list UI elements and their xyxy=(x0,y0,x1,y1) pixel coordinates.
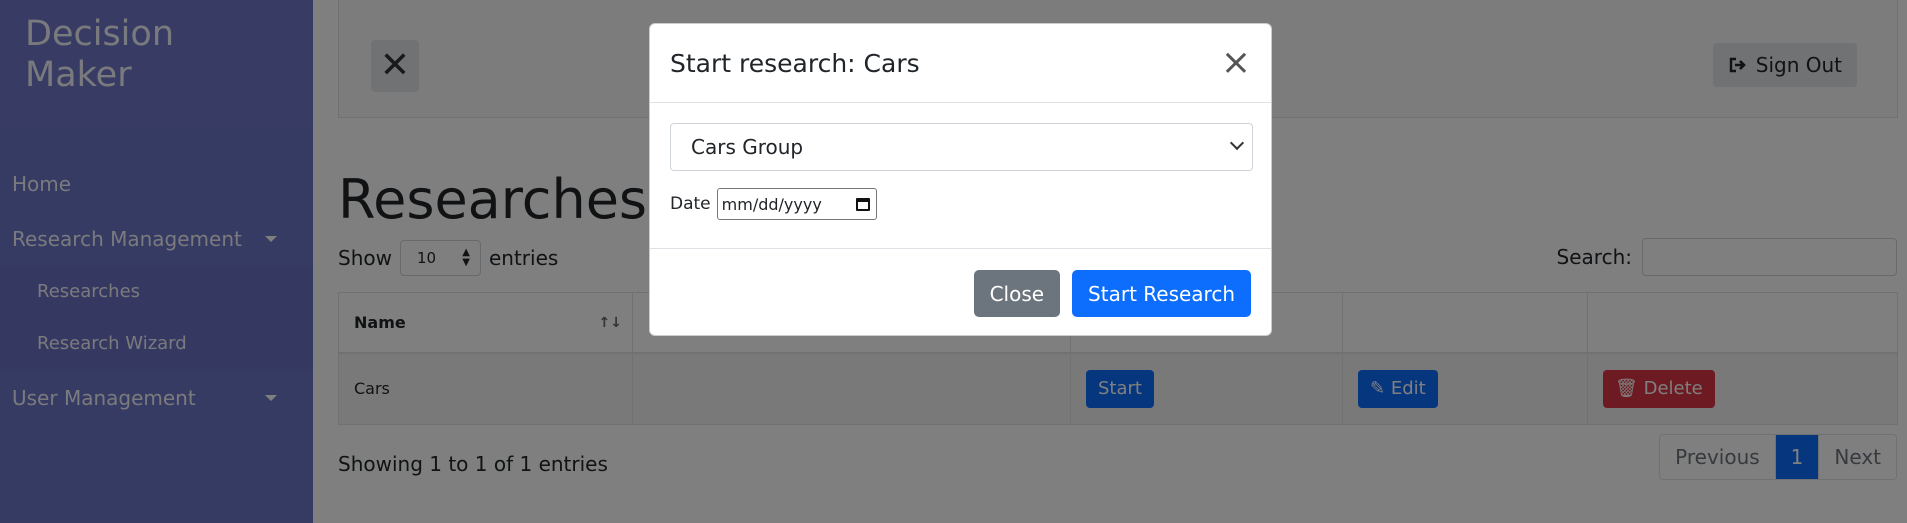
modal-header: Start research: Cars × xyxy=(650,24,1271,103)
close-button[interactable]: Close xyxy=(973,270,1061,317)
date-row: Date mm/dd/yyyy xyxy=(670,188,1251,220)
modal-body: Cars Group Date mm/dd/yyyy xyxy=(650,103,1271,249)
calendar-icon[interactable] xyxy=(855,198,870,211)
close-icon[interactable]: × xyxy=(1221,45,1251,81)
modal-title: Start research: Cars xyxy=(670,48,920,78)
group-select[interactable]: Cars Group xyxy=(670,123,1253,171)
group-select-value: Cars Group xyxy=(691,135,804,159)
start-research-button[interactable]: Start Research xyxy=(1072,270,1251,317)
date-input[interactable]: mm/dd/yyyy xyxy=(716,188,877,220)
chevron-down-icon xyxy=(1229,135,1245,151)
date-label: Date xyxy=(670,194,711,214)
start-research-modal: Start research: Cars × Cars Group Date m… xyxy=(649,23,1272,336)
modal-footer: Close Start Research xyxy=(650,249,1271,338)
date-placeholder: mm/dd/yyyy xyxy=(721,194,822,214)
